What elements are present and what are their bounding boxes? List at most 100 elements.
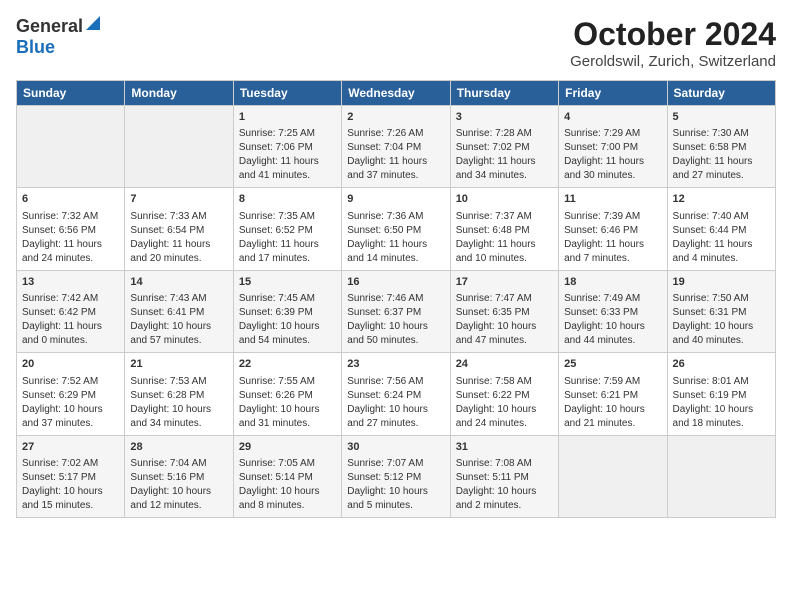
- sunset-text: Sunset: 6:42 PM: [22, 306, 119, 320]
- daylight-text: Daylight: 10 hours and 57 minutes.: [130, 320, 227, 348]
- table-row: 27Sunrise: 7:02 AMSunset: 5:17 PMDayligh…: [17, 435, 125, 517]
- day-number: 17: [456, 275, 553, 290]
- daylight-text: Daylight: 10 hours and 54 minutes.: [239, 320, 336, 348]
- day-number: 24: [456, 357, 553, 372]
- sunset-text: Sunset: 6:26 PM: [239, 389, 336, 403]
- table-row: 5Sunrise: 7:30 AMSunset: 6:58 PMDaylight…: [667, 106, 775, 188]
- day-number: 27: [22, 440, 119, 455]
- calendar-week-row: 1Sunrise: 7:25 AMSunset: 7:06 PMDaylight…: [17, 106, 776, 188]
- calendar-week-row: 6Sunrise: 7:32 AMSunset: 6:56 PMDaylight…: [17, 188, 776, 270]
- col-friday: Friday: [559, 81, 667, 106]
- daylight-text: Daylight: 11 hours and 41 minutes.: [239, 155, 336, 183]
- table-row: 6Sunrise: 7:32 AMSunset: 6:56 PMDaylight…: [17, 188, 125, 270]
- sunrise-text: Sunrise: 7:42 AM: [22, 292, 119, 306]
- daylight-text: Daylight: 10 hours and 2 minutes.: [456, 485, 553, 513]
- sunrise-text: Sunrise: 7:32 AM: [22, 210, 119, 224]
- table-row: 9Sunrise: 7:36 AMSunset: 6:50 PMDaylight…: [342, 188, 450, 270]
- daylight-text: Daylight: 11 hours and 34 minutes.: [456, 155, 553, 183]
- sunset-text: Sunset: 6:33 PM: [564, 306, 661, 320]
- day-number: 19: [673, 275, 770, 290]
- day-number: 21: [130, 357, 227, 372]
- table-row: 7Sunrise: 7:33 AMSunset: 6:54 PMDaylight…: [125, 188, 233, 270]
- day-number: 16: [347, 275, 444, 290]
- table-row: 31Sunrise: 7:08 AMSunset: 5:11 PMDayligh…: [450, 435, 558, 517]
- sunset-text: Sunset: 6:50 PM: [347, 224, 444, 238]
- sunrise-text: Sunrise: 7:29 AM: [564, 127, 661, 141]
- day-number: 23: [347, 357, 444, 372]
- day-number: 14: [130, 275, 227, 290]
- daylight-text: Daylight: 10 hours and 24 minutes.: [456, 403, 553, 431]
- calendar-location: Geroldswil, Zurich, Switzerland: [570, 53, 776, 70]
- sunrise-text: Sunrise: 7:50 AM: [673, 292, 770, 306]
- daylight-text: Daylight: 11 hours and 14 minutes.: [347, 238, 444, 266]
- sunset-text: Sunset: 6:41 PM: [130, 306, 227, 320]
- day-number: 28: [130, 440, 227, 455]
- sunrise-text: Sunrise: 7:35 AM: [239, 210, 336, 224]
- sunset-text: Sunset: 7:04 PM: [347, 141, 444, 155]
- daylight-text: Daylight: 10 hours and 5 minutes.: [347, 485, 444, 513]
- day-number: 15: [239, 275, 336, 290]
- logo-blue: Blue: [16, 37, 55, 57]
- sunset-text: Sunset: 6:35 PM: [456, 306, 553, 320]
- col-monday: Monday: [125, 81, 233, 106]
- table-row: [667, 435, 775, 517]
- logo: General Blue: [16, 16, 100, 58]
- sunrise-text: Sunrise: 7:37 AM: [456, 210, 553, 224]
- sunset-text: Sunset: 6:24 PM: [347, 389, 444, 403]
- calendar-table: Sunday Monday Tuesday Wednesday Thursday…: [16, 80, 776, 518]
- daylight-text: Daylight: 10 hours and 27 minutes.: [347, 403, 444, 431]
- sunrise-text: Sunrise: 7:43 AM: [130, 292, 227, 306]
- sunrise-text: Sunrise: 7:39 AM: [564, 210, 661, 224]
- sunset-text: Sunset: 6:29 PM: [22, 389, 119, 403]
- sunset-text: Sunset: 6:46 PM: [564, 224, 661, 238]
- day-number: 31: [456, 440, 553, 455]
- sunrise-text: Sunrise: 7:36 AM: [347, 210, 444, 224]
- sunset-text: Sunset: 6:58 PM: [673, 141, 770, 155]
- day-number: 30: [347, 440, 444, 455]
- sunset-text: Sunset: 6:22 PM: [456, 389, 553, 403]
- sunrise-text: Sunrise: 7:55 AM: [239, 375, 336, 389]
- daylight-text: Daylight: 10 hours and 15 minutes.: [22, 485, 119, 513]
- sunset-text: Sunset: 6:52 PM: [239, 224, 336, 238]
- sunrise-text: Sunrise: 7:52 AM: [22, 375, 119, 389]
- daylight-text: Daylight: 10 hours and 12 minutes.: [130, 485, 227, 513]
- daylight-text: Daylight: 10 hours and 8 minutes.: [239, 485, 336, 513]
- table-row: 14 Sunrise: 7:43 AMSunset: 6:41 PMDayligh…: [125, 270, 233, 352]
- table-row: 3Sunrise: 7:28 AMSunset: 7:02 PMDaylight…: [450, 106, 558, 188]
- day-number: 29: [239, 440, 336, 455]
- sunrise-text: Sunrise: 7:26 AM: [347, 127, 444, 141]
- sunset-text: Sunset: 6:44 PM: [673, 224, 770, 238]
- table-row: 8Sunrise: 7:35 AMSunset: 6:52 PMDaylight…: [233, 188, 341, 270]
- sunset-text: Sunset: 6:39 PM: [239, 306, 336, 320]
- table-row: 1Sunrise: 7:25 AMSunset: 7:06 PMDaylight…: [233, 106, 341, 188]
- day-number: 11: [564, 192, 661, 207]
- day-number: 18: [564, 275, 661, 290]
- col-tuesday: Tuesday: [233, 81, 341, 106]
- daylight-text: Daylight: 11 hours and 4 minutes.: [673, 238, 770, 266]
- table-row: 20Sunrise: 7:52 AMSunset: 6:29 PMDayligh…: [17, 353, 125, 435]
- sunset-text: Sunset: 6:21 PM: [564, 389, 661, 403]
- sunrise-text: Sunrise: 7:49 AM: [564, 292, 661, 306]
- calendar-title: October 2024: [570, 16, 776, 53]
- sunset-text: Sunset: 6:28 PM: [130, 389, 227, 403]
- table-row: [17, 106, 125, 188]
- sunset-text: Sunset: 6:19 PM: [673, 389, 770, 403]
- daylight-text: Daylight: 11 hours and 30 minutes.: [564, 155, 661, 183]
- day-number: 10: [456, 192, 553, 207]
- calendar-week-row: 27Sunrise: 7:02 AMSunset: 5:17 PMDayligh…: [17, 435, 776, 517]
- table-row: 29Sunrise: 7:05 AMSunset: 5:14 PMDayligh…: [233, 435, 341, 517]
- day-number: 1: [239, 110, 336, 125]
- title-block: October 2024 Geroldswil, Zurich, Switzer…: [570, 16, 776, 70]
- daylight-text: Daylight: 10 hours and 37 minutes.: [22, 403, 119, 431]
- sunset-text: Sunset: 7:00 PM: [564, 141, 661, 155]
- table-row: [125, 106, 233, 188]
- daylight-text: Daylight: 11 hours and 7 minutes.: [564, 238, 661, 266]
- day-number: 7: [130, 192, 227, 207]
- table-row: 24Sunrise: 7:58 AMSunset: 6:22 PMDayligh…: [450, 353, 558, 435]
- sunset-text: Sunset: 5:14 PM: [239, 471, 336, 485]
- sunset-text: Sunset: 6:56 PM: [22, 224, 119, 238]
- day-number: 25: [564, 357, 661, 372]
- daylight-text: Daylight: 10 hours and 21 minutes.: [564, 403, 661, 431]
- sunset-text: Sunset: 6:31 PM: [673, 306, 770, 320]
- daylight-text: Daylight: 10 hours and 40 minutes.: [673, 320, 770, 348]
